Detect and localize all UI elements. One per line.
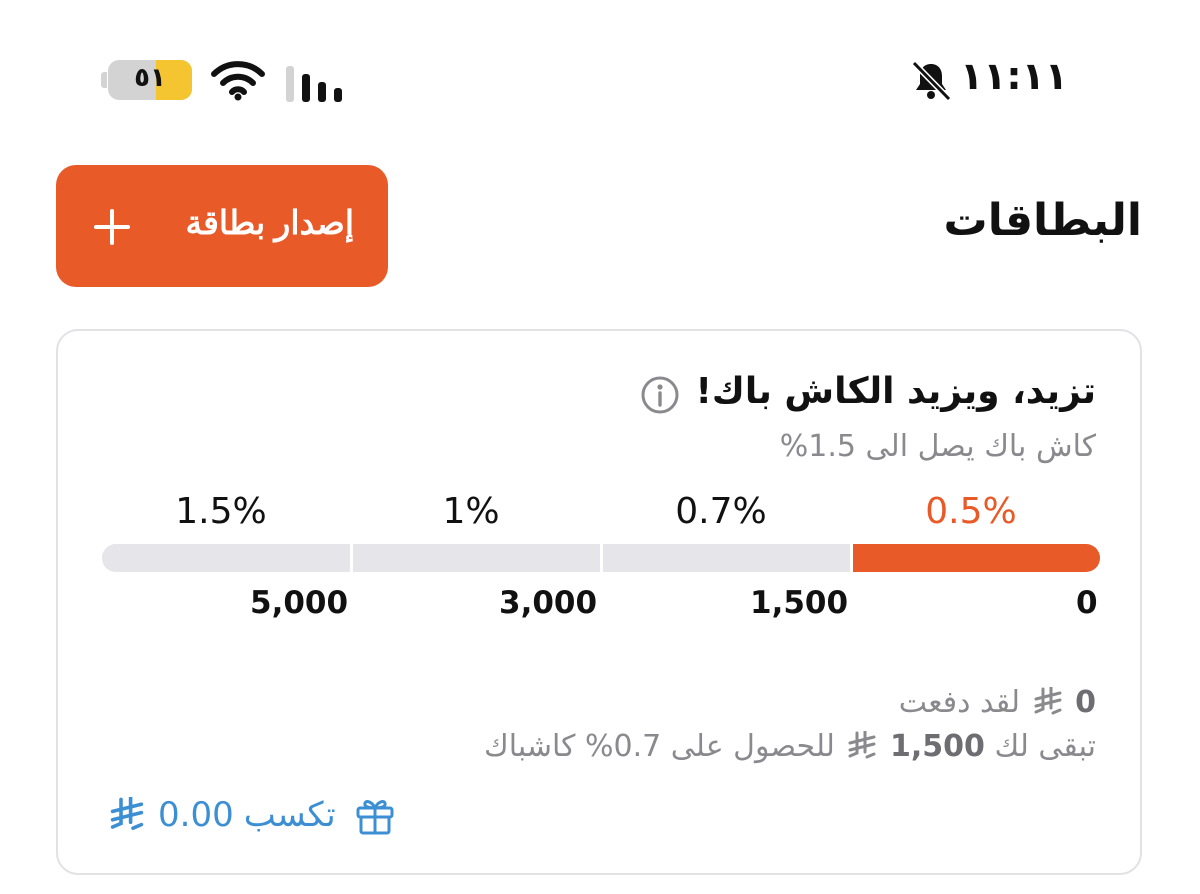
earned-amount: 0.00 xyxy=(158,795,234,835)
tier-percent-2: 0.7% xyxy=(675,491,767,532)
cellular-signal-icon xyxy=(286,66,342,102)
paid-label: لقد دفعت xyxy=(898,685,1021,720)
issue-card-label: إصدار بطاقة xyxy=(185,204,354,241)
paid-summary: 0 لقد دفعت xyxy=(899,685,1096,720)
tier-percent-4: 1.5% xyxy=(175,491,267,532)
cashback-subtitle: كاش باك يصل الى 1.5% xyxy=(779,429,1096,464)
earned-label: تكسب xyxy=(243,795,336,835)
plus-icon xyxy=(94,209,130,245)
status-time: ١١:١١ xyxy=(960,54,1068,98)
earned-cashback[interactable]: 0.00 تكسب xyxy=(106,791,396,839)
tier-threshold-1: 0 xyxy=(1076,585,1098,621)
tier-threshold-4: 5,000 xyxy=(250,585,349,621)
cards-screen: ١١:١١ ٥١ البطاقات إصدار بطاقة تزيد، ويزي… xyxy=(0,0,1200,894)
issue-card-button[interactable]: إصدار بطاقة xyxy=(56,165,388,287)
cashback-title: تزيد، ويزيد الكاش باك! xyxy=(695,371,1096,412)
remaining-suffix: للحصول على 0.7% كاشباك xyxy=(483,729,835,764)
remaining-summary: تبقى لك 1,500 للحصول على 0.7% كاشباك xyxy=(484,729,1096,764)
tier-threshold-3: 3,000 xyxy=(499,585,598,621)
segment-divider xyxy=(350,544,353,572)
riyal-icon xyxy=(110,797,144,830)
tier-percent-3: 1% xyxy=(442,491,500,532)
tier-threshold-2: 1,500 xyxy=(750,585,849,621)
paid-amount: 0 xyxy=(1075,685,1096,720)
tier-percent-1: 0.5% xyxy=(925,491,1017,532)
remaining-amount: 1,500 xyxy=(890,729,985,764)
tier-segment-2 xyxy=(602,544,852,572)
bell-slash-icon xyxy=(911,60,952,102)
remaining-prefix: تبقى لك xyxy=(994,729,1096,764)
battery-percent: ٥١ xyxy=(134,63,166,93)
cashback-progress-track xyxy=(102,544,1100,572)
info-icon[interactable] xyxy=(640,375,680,415)
tier-segment-4 xyxy=(102,544,352,572)
segment-divider xyxy=(600,544,603,572)
riyal-icon xyxy=(1034,687,1062,715)
page-title: البطاقات xyxy=(943,195,1143,246)
segment-divider xyxy=(850,544,853,572)
cashback-card: تزيد، ويزيد الكاش باك! كاش باك يصل الى 1… xyxy=(56,329,1142,875)
battery-icon: ٥١ xyxy=(108,60,192,100)
gift-icon xyxy=(356,800,394,835)
riyal-icon xyxy=(848,731,876,759)
tier-segment-1 xyxy=(852,544,1100,572)
wifi-icon xyxy=(211,61,265,101)
tier-segment-3 xyxy=(352,544,602,572)
battery-terminal xyxy=(101,72,107,88)
